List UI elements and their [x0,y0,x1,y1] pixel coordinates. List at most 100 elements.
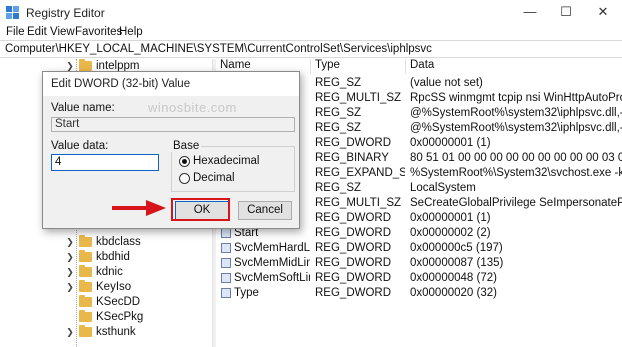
ok-highlight-box [171,198,230,221]
tree-item-ksthunk[interactable]: ❯ ksthunk [0,325,212,340]
value-data-label: Value data: [51,140,109,152]
tree-item-label: ksthunk [96,326,136,338]
value-data: @%SystemRoot%\system32\iphlpsvc.dll,-501 [410,107,622,119]
binary-value-icon [221,273,231,283]
value-type: REG_MULTI_SZ [315,92,402,104]
title-bar: Registry Editor — ☐ ✕ [0,0,622,26]
list-row[interactable]: SvcMemMidLimi... REG_DWORD 0x00000087 (135… [216,256,622,271]
chevron-right-icon[interactable]: ❯ [66,235,74,250]
folder-icon [79,280,92,292]
value-data: @%SystemRoot%\system32\iphlpsvc.dll,-500 [410,122,622,134]
address-path[interactable]: Computer\HKEY_LOCAL_MACHINE\SYSTEM\Curre… [5,43,432,55]
value-type: REG_DWORD [315,272,392,284]
folder-icon [79,310,92,322]
value-data: SeCreateGlobalPrivilege SeImpersonatePri… [410,197,622,209]
close-button[interactable]: ✕ [588,3,618,21]
value-type: REG_DWORD [315,287,392,299]
value-name: SvcMemSoftLimi... [234,272,310,284]
value-data-input[interactable]: 4 [51,154,159,171]
chevron-right-icon[interactable]: ❯ [66,265,74,280]
binary-value-icon [221,258,231,268]
menu-file[interactable]: File [6,26,25,38]
value-type: REG_SZ [315,77,362,89]
value-type: REG_SZ [315,107,362,119]
tree-item-kbdclass[interactable]: ❯ kbdclass [0,235,212,250]
base-group-title: Base [171,140,202,152]
value-data: (value not set) [410,77,483,89]
binary-value-icon [221,243,231,253]
folder-icon [79,295,92,307]
base-groupbox [171,146,295,192]
minimize-button[interactable]: — [515,3,545,21]
menu-help[interactable]: Help [119,26,143,38]
dialog-title: Edit DWORD (32-bit) Value [51,78,191,90]
value-type: REG_SZ [315,122,362,134]
cancel-button[interactable]: Cancel [238,201,292,220]
red-arrow-icon [112,200,166,216]
folder-icon [79,235,92,247]
folder-icon [79,265,92,277]
dialog-title-bar: Edit DWORD (32-bit) Value [43,72,299,96]
maximize-button[interactable]: ☐ [551,3,581,21]
watermark: winosbite.com [148,100,237,115]
tree-item-label: KeyIso [96,281,132,293]
menu-favorites[interactable]: Favorites [75,26,122,38]
value-name-label: Value name: [51,102,115,114]
binary-value-icon [221,228,231,238]
chevron-right-icon[interactable]: ❯ [66,325,74,340]
value-type: REG_MULTI_SZ [315,197,402,209]
value-data: 0x00000048 (72) [410,272,497,284]
window-title: Registry Editor [26,6,105,20]
value-name: Type [234,287,259,299]
value-name: SvcMemHardLimi... [234,242,310,254]
tree-item-label: kbdclass [96,236,141,248]
menu-edit[interactable]: Edit [27,26,47,38]
menu-bar: File Edit View Favorites Help [0,26,622,40]
value-type: REG_BINARY [315,152,389,164]
hexadecimal-label[interactable]: Hexadecimal [193,155,259,167]
value-name: SvcMemMidLimi... [234,257,310,269]
value-type: REG_DWORD [315,227,392,239]
value-data: LocalSystem [410,182,476,194]
value-type: REG_DWORD [315,212,392,224]
tree-item-label: KSecDD [96,296,141,308]
menu-view[interactable]: View [50,26,75,38]
tree-item-ksecpkg[interactable]: KSecPkg [0,310,212,325]
decimal-label[interactable]: Decimal [193,172,235,184]
tree-item-keyiso[interactable]: ❯ KeyIso [0,280,212,295]
list-row[interactable]: Type REG_DWORD 0x00000020 (32) [216,286,622,301]
chevron-right-icon[interactable]: ❯ [66,280,74,295]
value-data: 0x00000002 (2) [410,227,491,239]
tree-item-kbdhid[interactable]: ❯ kbdhid [0,250,212,265]
value-type: REG_EXPAND_SZ [315,167,405,179]
tree-item-label: kdnic [96,266,123,278]
tree-item-ksecdd[interactable]: KSecDD [0,295,212,310]
value-type: REG_DWORD [315,137,392,149]
value-type: REG_DWORD [315,257,392,269]
value-data: 0x00000001 (1) [410,137,491,149]
tree-item-label: KSecPkg [96,311,144,323]
list-row[interactable]: SvcMemHardLimi... REG_DWORD 0x000000c5 (19… [216,241,622,256]
registry-editor-icon [6,6,19,19]
decimal-radio[interactable] [179,173,190,184]
hexadecimal-radio[interactable] [179,156,190,167]
value-data: 0x00000087 (135) [410,257,504,269]
folder-icon [79,325,92,337]
value-type: REG_DWORD [315,242,392,254]
list-row[interactable]: SvcMemSoftLimi... REG_DWORD 0x00000048 (72… [216,271,622,286]
value-type: REG_SZ [315,182,362,194]
value-data: 0x00000020 (32) [410,287,497,299]
column-header-type[interactable]: Type [311,59,405,74]
chevron-right-icon[interactable]: ❯ [66,250,74,265]
column-header-data[interactable]: Data [406,59,622,74]
tree-item-label: kbdhid [96,251,130,263]
value-name-field: Start [51,117,295,132]
value-data: 0x000000c5 (197) [410,242,503,254]
value-data: RpcSS winmgmt tcpip nsi WinHttpAutoProxy… [410,92,622,104]
folder-icon [79,59,92,71]
folder-icon [79,250,92,262]
value-data: 0x00000001 (1) [410,212,491,224]
address-bar[interactable]: Computer\HKEY_LOCAL_MACHINE\SYSTEM\Curre… [0,40,622,58]
tree-item-kdnic[interactable]: ❯ kdnic [0,265,212,280]
value-data: %SystemRoot%\System32\svchost.exe -k Net… [410,167,622,179]
